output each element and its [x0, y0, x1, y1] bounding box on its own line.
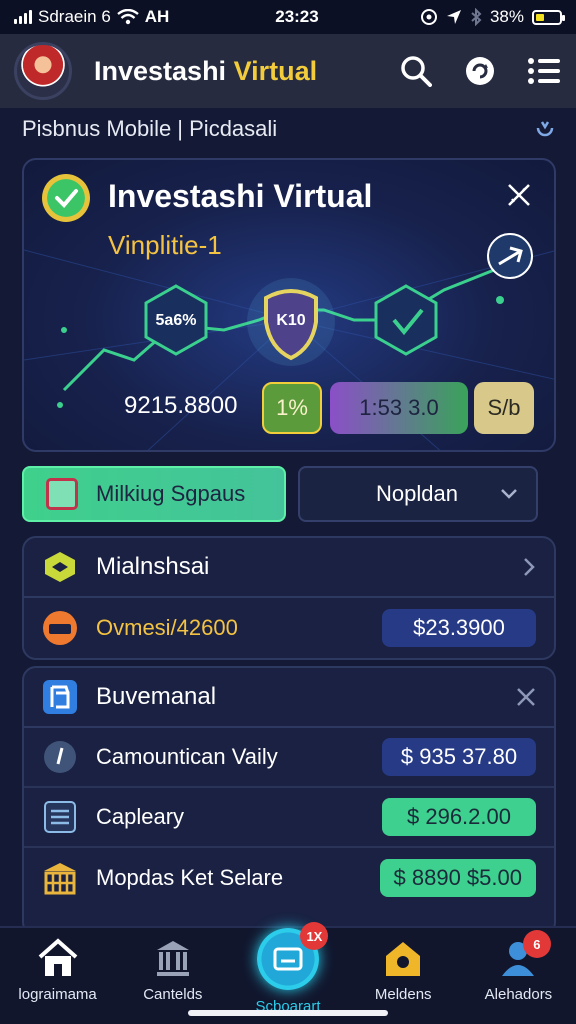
battery-icon: [532, 9, 565, 25]
breadcrumb: Pisbnus Mobile | Picdasali: [22, 114, 556, 144]
row-label: Ovmesi/42600: [96, 615, 238, 640]
chevron-down-icon: [501, 489, 517, 499]
list-item[interactable]: Mopdas Ket Selare $ 8890 $5.00: [24, 848, 554, 908]
close-icon[interactable]: [506, 182, 532, 208]
chevron-right-icon: [524, 558, 535, 576]
bank-icon: [156, 941, 189, 976]
row-amount: $ 296.2.00: [382, 798, 536, 836]
search-button[interactable]: [398, 53, 434, 89]
list-item[interactable]: Capleary $ 296.2.00: [24, 788, 554, 848]
nav-item-profile[interactable]: 6 Alehadors: [461, 928, 576, 1024]
shield-label: K10: [276, 312, 306, 329]
nav-label: Alehadors: [484, 986, 553, 1003]
list-item[interactable]: Camountican Vaily $ 935 37.80: [24, 728, 554, 788]
verified-check-icon: [42, 174, 90, 222]
app-title: Investashi Virtual: [94, 55, 318, 86]
square-icon: [46, 478, 78, 510]
home-indicator: [188, 1010, 388, 1016]
nav-label: lograimama: [18, 986, 97, 1003]
units-chip[interactable]: S/b: [474, 382, 534, 434]
carrier-label: Sdraein 6: [38, 7, 111, 26]
summary-card-header[interactable]: Mialnshsai: [24, 538, 554, 598]
signal-icon: [14, 10, 32, 24]
alarm-icon: [420, 9, 437, 25]
primary-action-label: Milkiug Sgpaus: [96, 481, 246, 506]
breadcrumb-text: Pisbnus Mobile | Picdasali: [22, 116, 278, 141]
app-header: Investashi Virtual: [0, 34, 576, 108]
wallet-icon: [42, 610, 78, 646]
nav-label: Meldens: [374, 986, 432, 1003]
stack-icon: [42, 549, 78, 585]
portfolio-card: Buvemanal Camountican Vaily $ 935 37.80 …: [22, 666, 556, 936]
document-icon: [42, 679, 78, 715]
portfolio-card-header: Buvemanal: [24, 668, 554, 728]
home-icon: [38, 938, 77, 976]
row-amount: $23.3900: [382, 609, 536, 647]
refresh-button[interactable]: [462, 53, 498, 89]
primary-action-button[interactable]: Milkiug Sgpaus: [22, 466, 286, 522]
hero-subtitle: Vinplitie-1: [108, 230, 222, 260]
investment-hero-card: Investashi Virtual Vinplitie-1 5a6% K10 …: [22, 158, 556, 452]
hero-amount: 9215.8800: [124, 392, 238, 419]
hex-percent-label: 5a6%: [155, 312, 197, 329]
market-icon: [42, 860, 78, 896]
house-icon: [386, 942, 421, 976]
rate-chip[interactable]: 1:53 3.0: [330, 382, 468, 434]
row-label: Camountican Vaily: [96, 744, 278, 769]
close-icon[interactable]: [516, 687, 536, 707]
battery-percent: 38%: [489, 7, 524, 26]
refresh-circle-icon: [466, 57, 494, 85]
nav-item-home[interactable]: lograimama: [0, 928, 115, 1024]
bluetooth-icon: [471, 8, 482, 26]
wifi-icon: [117, 9, 139, 25]
notification-badge: 1X: [300, 922, 329, 950]
hero-title: Investashi Virtual: [108, 178, 373, 214]
network-label: AH: [144, 7, 170, 26]
summary-card: Mialnshsai Ovmesi/42600 $23.3900: [22, 536, 556, 660]
status-bar: Sdraein 6 AH 23:23 38%: [0, 0, 576, 34]
search-icon: [401, 56, 432, 87]
row-amount: $ 935 37.80: [382, 738, 536, 776]
percent-chip[interactable]: 1%: [262, 382, 322, 434]
menu-icon: [528, 58, 560, 84]
avatar[interactable]: [14, 42, 72, 100]
location-icon: [446, 10, 461, 24]
menu-button[interactable]: [526, 53, 562, 89]
list-icon: [42, 799, 78, 835]
dropdown-value: Nopldan: [376, 481, 458, 506]
period-dropdown[interactable]: Nopldan: [298, 466, 538, 522]
portfolio-card-title: Buvemanal: [96, 683, 217, 710]
clock: 23:23: [275, 7, 319, 26]
sync-icon[interactable]: [534, 118, 556, 140]
row-label: Mopdas Ket Selare: [96, 865, 284, 890]
nav-label: Cantelds: [143, 986, 203, 1003]
row-amount: $ 8890 $5.00: [379, 859, 536, 897]
notification-badge: 6: [522, 930, 551, 958]
list-item[interactable]: Ovmesi/42600 $23.3900: [24, 598, 554, 658]
info-icon: [42, 739, 78, 775]
row-label: Capleary: [96, 804, 185, 829]
summary-card-title: Mialnshsai: [96, 553, 210, 580]
